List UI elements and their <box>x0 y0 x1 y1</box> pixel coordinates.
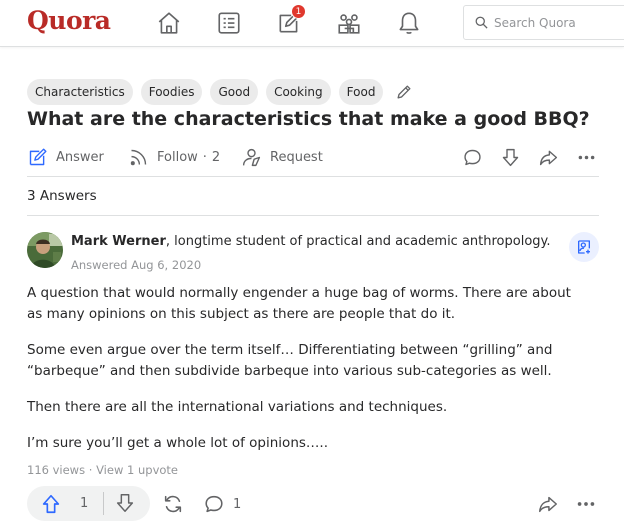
downvote-question-button[interactable] <box>498 145 522 169</box>
search-icon <box>475 16 488 29</box>
question-actions: Answer Follow · 2 Request <box>27 143 599 177</box>
downvote-icon <box>502 148 518 166</box>
share-answer-button[interactable] <box>537 492 559 516</box>
meta-separator: · <box>88 463 97 477</box>
topic-pill[interactable]: Food <box>338 79 384 105</box>
answer-paragraph: I’m sure you’ll get a whole lot of opini… <box>27 435 328 451</box>
answer-more-button[interactable] <box>575 492 597 516</box>
more-dots-icon <box>578 155 594 159</box>
rss-icon <box>130 149 147 165</box>
share-button[interactable] <box>536 145 560 169</box>
answers-count: 3 Answers <box>27 186 599 216</box>
add-person-icon <box>578 240 590 254</box>
vote-pill: 1 <box>27 486 150 521</box>
topic-list: Characteristics Foodies Good Cooking Foo… <box>27 79 414 105</box>
answer-paragraph: A question that would normally engender … <box>27 285 571 322</box>
upvote-button[interactable]: 1 <box>27 486 102 521</box>
topic-pill[interactable]: Characteristics <box>27 79 133 105</box>
author-credential: , longtime student of practical and acad… <box>165 234 551 249</box>
pencil-square-icon <box>29 147 47 165</box>
topic-pill[interactable]: Good <box>210 79 259 105</box>
search-input[interactable] <box>494 15 624 30</box>
follow-author-button[interactable] <box>569 232 599 262</box>
top-navigation: Quora 1 <box>0 0 624 47</box>
view-count: 116 views <box>27 463 86 477</box>
comment-count: 1 <box>233 496 242 512</box>
answer-nav-icon[interactable]: 1 <box>275 4 306 37</box>
question-title[interactable]: What are the characteristics that make a… <box>27 108 590 130</box>
home-icon[interactable] <box>155 9 183 37</box>
answer-paragraph: Then there are all the international var… <box>27 399 448 415</box>
edit-topics-icon[interactable] <box>394 82 414 102</box>
downvote-icon <box>116 494 134 512</box>
topic-pill[interactable]: Cooking <box>266 79 331 105</box>
notification-badge: 1 <box>291 4 306 19</box>
comment-icon <box>205 495 223 513</box>
topic-pill[interactable]: Foodies <box>140 79 203 105</box>
answer-date[interactable]: Answered Aug 6, 2020 <box>71 258 201 272</box>
more-options-button[interactable] <box>574 145 598 169</box>
share-icon <box>539 496 557 513</box>
follow-button[interactable]: Follow · 2 <box>128 143 220 171</box>
answer-paragraph: Some even argue over the term itself… Di… <box>27 342 553 379</box>
request-label: Request <box>270 149 323 165</box>
answer-button[interactable]: Answer <box>27 143 104 171</box>
upvote-icon <box>42 494 60 513</box>
author-name[interactable]: Mark Werner <box>71 234 166 249</box>
request-person-icon <box>242 148 261 166</box>
view-upvotes-link[interactable]: View 1 upvote <box>96 463 178 477</box>
author-avatar[interactable] <box>27 232 63 268</box>
search-box[interactable] <box>463 5 624 40</box>
answer-label: Answer <box>56 149 104 165</box>
more-dots-icon <box>577 502 595 506</box>
quora-logo[interactable]: Quora <box>27 6 111 35</box>
reshare-icon <box>164 495 182 513</box>
author-line: Mark Werner, longtime student of practic… <box>71 234 551 249</box>
comment-button[interactable] <box>460 145 484 169</box>
share-icon <box>539 150 557 165</box>
answer-meta: 116 views · View 1 upvote <box>27 463 178 477</box>
upvote-count: 1 <box>80 496 89 511</box>
answer-body: A question that would normally engender … <box>27 283 587 454</box>
downvote-button[interactable] <box>114 492 138 516</box>
vote-divider <box>103 492 104 515</box>
comment-icon <box>463 149 481 165</box>
spaces-icon[interactable] <box>335 9 363 37</box>
notifications-icon[interactable] <box>395 9 423 37</box>
follow-label: Follow <box>157 149 198 165</box>
follow-separator: · <box>202 149 207 165</box>
reshare-button[interactable] <box>162 492 184 516</box>
follow-count: 2 <box>211 149 221 165</box>
request-button[interactable]: Request <box>241 143 323 171</box>
comments-button[interactable]: 1 <box>203 492 241 516</box>
following-icon[interactable] <box>215 9 243 37</box>
